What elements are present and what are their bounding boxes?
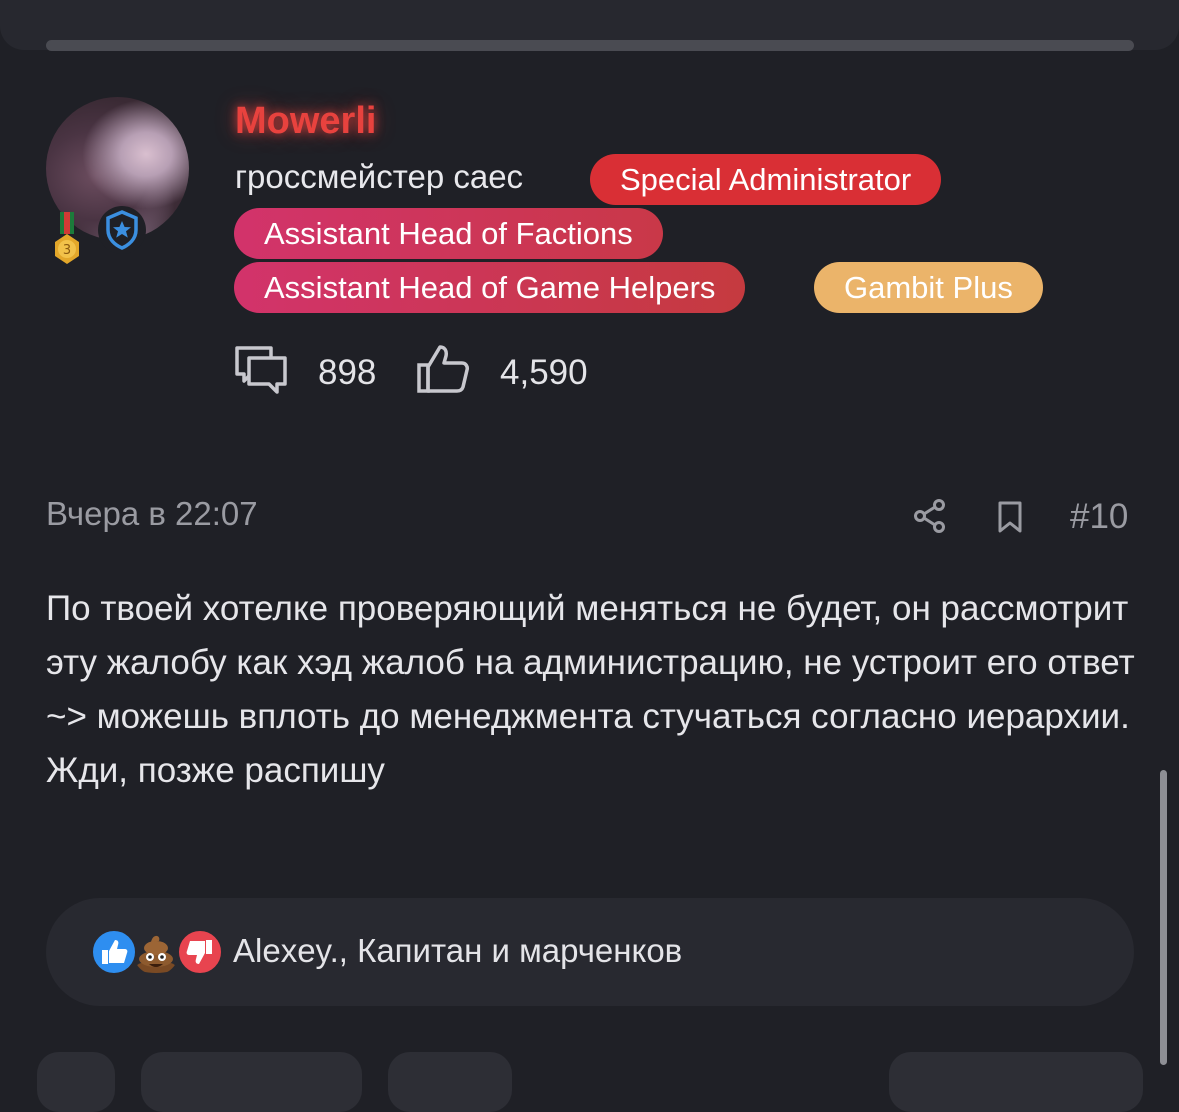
- bookmark-icon[interactable]: [996, 500, 1024, 534]
- post-number-link[interactable]: #10: [1070, 497, 1128, 537]
- badge-gambit-plus[interactable]: Gambit Plus: [814, 262, 1043, 313]
- medal-level: 3: [63, 243, 71, 258]
- like-icon: [91, 929, 137, 975]
- bottom-toolbar-button[interactable]: [889, 1052, 1143, 1112]
- user-title: гроссмейстер саес: [235, 158, 524, 195]
- share-icon[interactable]: [912, 498, 948, 534]
- reactions-users[interactable]: Alexey., Капитан и марченков: [233, 932, 682, 970]
- poop-icon: [136, 935, 176, 973]
- bottom-toolbar-button[interactable]: [37, 1052, 115, 1112]
- dislike-icon: [177, 929, 223, 975]
- shield-star-icon: [106, 210, 138, 250]
- moderator-badge: [98, 206, 146, 254]
- reaction-icons: [91, 929, 226, 975]
- user-stats: 898 4,590: [234, 343, 654, 403]
- reactions-bar[interactable]: Alexey., Капитан и марченков: [46, 898, 1134, 1006]
- badge-special-administrator[interactable]: Special Administrator: [590, 154, 942, 205]
- medal-icon: 3: [55, 212, 79, 264]
- reactions-count: 4,590: [500, 353, 588, 392]
- messages-icon: [235, 346, 287, 394]
- vertical-scrollbar[interactable]: [1160, 770, 1167, 1065]
- badge-assistant-head-factions[interactable]: Assistant Head of Factions: [234, 208, 663, 259]
- bottom-toolbar-button[interactable]: [388, 1052, 512, 1112]
- bottom-toolbar-button[interactable]: [141, 1052, 362, 1112]
- messages-count: 898: [318, 353, 377, 392]
- thumbs-up-icon: [417, 345, 469, 393]
- post-body: По твоей хотелке проверяющий меняться не…: [46, 589, 1135, 790]
- horizontal-scrollbar[interactable]: [46, 40, 1134, 51]
- username[interactable]: Mowerli: [235, 100, 376, 143]
- badge-assistant-head-game-helpers[interactable]: Assistant Head of Game Helpers: [234, 262, 746, 313]
- post-timestamp[interactable]: Вчера в 22:07: [46, 495, 258, 533]
